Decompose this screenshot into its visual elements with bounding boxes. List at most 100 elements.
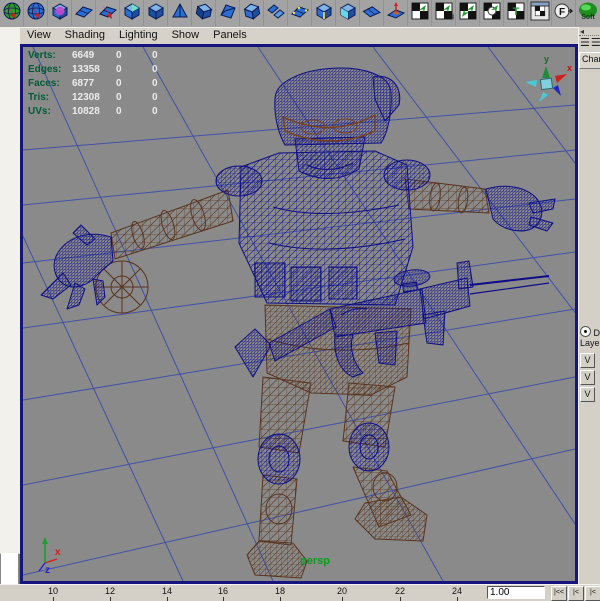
hud-row-tris: Tris: 12308 0 0 [28, 92, 158, 103]
layer-row: V [580, 353, 600, 368]
menu-lighting[interactable]: Lighting [112, 28, 165, 41]
shelf-icon-soft-mod[interactable]: Soft [576, 0, 599, 26]
svg-text:T: T [512, 6, 519, 18]
shelf-icon-uv-checker-text[interactable]: T [504, 0, 528, 26]
radio-icon [580, 326, 591, 337]
hud-row-faces: Faces: 6877 0 0 [28, 78, 158, 89]
menu-view[interactable]: View [20, 28, 58, 41]
prism-icon [146, 1, 166, 21]
hud-row-edges: Edges: 13358 0 0 [28, 64, 158, 75]
shelf-icon-poly-face[interactable] [336, 0, 360, 26]
time-tick: 20 [332, 586, 352, 601]
shelf-icon-uv-checker-circle[interactable] [480, 0, 504, 26]
shelf-icon-poly-vertices[interactable] [288, 0, 312, 26]
shelf-icon-poly-cube[interactable] [120, 0, 144, 26]
perspective-viewport[interactable]: Verts: 6649 0 0 Edges: 13358 0 0 Faces: 6877 0 0 … [20, 44, 578, 584]
shelf-icon-poly-cube-flat[interactable] [240, 0, 264, 26]
left-panel-edge [0, 27, 21, 600]
left-shoulder-pad [215, 165, 263, 197]
time-slider[interactable]: 10 12 14 16 18 20 22 24 |<< |< |< [0, 584, 600, 601]
menu-show[interactable]: Show [165, 28, 207, 41]
channel-box-panel: ◂ ☰☰ Chan D Laye V V V [578, 27, 600, 584]
shelf-icon-poly-pyramid[interactable] [168, 0, 192, 26]
front-sight [456, 260, 474, 290]
hud-row-uvs: UVs: 10828 0 0 [28, 106, 158, 117]
svg-text:Map: Map [444, 14, 454, 20]
sphere-icon [2, 1, 22, 21]
shelf-icon-poly-cube-open[interactable] [216, 0, 240, 26]
shelf-icon-poly-plane-tilt[interactable] [360, 0, 384, 26]
layer-row: V [580, 387, 600, 402]
shelf-icon-uv-checker-cut[interactable] [456, 0, 480, 26]
edges-icon [314, 1, 334, 21]
axis-z-label: z [45, 565, 50, 575]
f-icon [554, 1, 574, 21]
plane-icon [98, 1, 118, 21]
checker-icon: Map [434, 1, 454, 20]
channel-box-toolbar-icons[interactable]: ☰☰ [579, 36, 600, 52]
shelf-icon-nurbs-sphere-green[interactable] [0, 0, 24, 26]
wireframe-scene [23, 47, 575, 581]
step-back-frame-button[interactable]: |< [585, 586, 600, 601]
cube-icon [122, 1, 142, 21]
shelf-icon-poly-plane-select[interactable] [96, 0, 120, 26]
shelf-icon-poly-plane-pair[interactable] [264, 0, 288, 26]
vertices-icon [290, 1, 310, 21]
layer-visibility-toggle[interactable]: V [580, 370, 595, 385]
maya-window: F MapTSoft ViewShadingLightingShowPanels [0, 0, 600, 601]
checker-icon [458, 1, 478, 21]
display-radio-row[interactable]: D [579, 325, 600, 338]
shelf-icon-uv-checker-map[interactable] [408, 0, 432, 26]
compass-x-label: x [567, 63, 572, 73]
panel-collapse-handle[interactable]: ◂ [579, 27, 600, 36]
compass-y-label: y [544, 54, 549, 64]
soft-label: Soft [581, 14, 595, 21]
checker-icon [410, 1, 430, 21]
plane-icon [74, 1, 94, 21]
time-tick: 18 [270, 586, 290, 601]
shelf-icon-poly-prism[interactable] [144, 0, 168, 26]
go-to-start-button[interactable]: |<< [551, 586, 567, 601]
step-back-key-button[interactable]: |< [568, 586, 584, 601]
shelf-icon-poly-edges[interactable] [312, 0, 336, 26]
time-tick: 14 [157, 586, 177, 601]
time-tick: 16 [213, 586, 233, 601]
planes-icon [266, 4, 285, 19]
layers-label: Laye [580, 338, 600, 348]
hud-row-verts: Verts: 6649 0 0 [28, 50, 158, 61]
channels-tab[interactable]: Chan [579, 52, 600, 69]
time-tick: 24 [447, 586, 467, 601]
right-boot [354, 496, 428, 542]
current-frame-field[interactable] [487, 586, 545, 599]
shelf-icon-uv-checker-assign[interactable]: Map [432, 0, 456, 26]
shelf-icon-poly-sphere[interactable] [24, 0, 48, 26]
face-icon [338, 1, 358, 21]
camera-label: persp [300, 555, 330, 567]
layer-row: V [580, 370, 600, 385]
shelf-icon-subdiv-proxy-cube[interactable] [48, 0, 72, 26]
layer-visibility-toggle[interactable]: V [580, 353, 595, 368]
time-tick: 10 [43, 586, 63, 601]
soft-mod-icon: Soft [577, 1, 599, 21]
layer-visibility-toggle[interactable]: V [580, 387, 595, 402]
sphere-icon [26, 1, 46, 21]
plane-icon [362, 1, 382, 21]
scope-mount [402, 281, 418, 293]
shelf-icon-poly-extrude-axis[interactable] [384, 0, 408, 26]
left-arm [110, 189, 234, 260]
pyramid-icon [171, 2, 188, 18]
shelf-icon-poly-plane[interactable] [72, 0, 96, 26]
view-compass[interactable]: y x [517, 52, 575, 110]
axis-x-label: x [55, 547, 61, 558]
checker-icon [530, 1, 549, 21]
pistol-grip [374, 330, 398, 366]
menu-shading[interactable]: Shading [58, 28, 112, 41]
shelf-icon-history-f[interactable] [552, 0, 576, 26]
menu-panels[interactable]: Panels [206, 28, 254, 41]
cube-icon [242, 1, 262, 21]
shelf-icon-poly-cube-dark[interactable] [192, 0, 216, 26]
shelf-icon-uv-checker-window[interactable] [528, 0, 552, 26]
time-tick: 12 [100, 586, 120, 601]
checker-icon: T [506, 1, 526, 21]
right-shoulder-pad [383, 159, 431, 191]
